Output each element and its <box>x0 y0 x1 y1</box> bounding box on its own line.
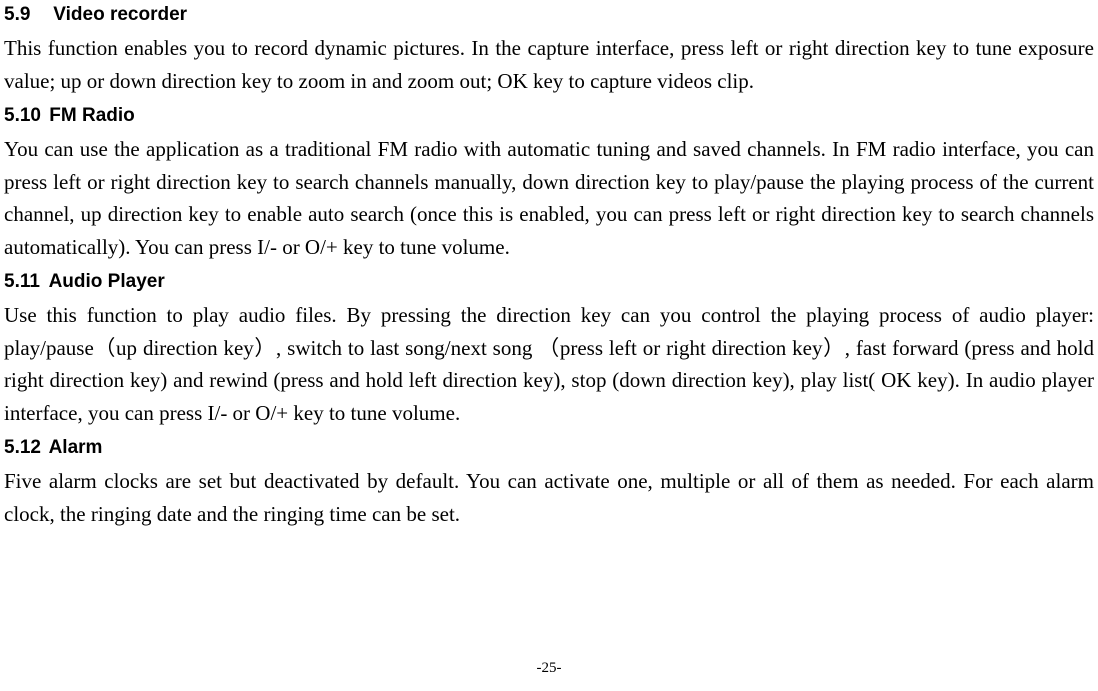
body-video-recorder: This function enables you to record dyna… <box>4 32 1094 97</box>
section-title: Audio Player <box>49 271 165 292</box>
section-title: Video recorder <box>53 4 187 25</box>
heading-video-recorder: 5.9 Video recorder <box>4 4 1094 26</box>
body-fm-radio: You can use the application as a traditi… <box>4 133 1094 263</box>
section-title: Alarm <box>49 437 103 458</box>
section-number: 5.11 <box>4 271 44 293</box>
page-number: -25- <box>0 660 1098 677</box>
section-number: 5.9 <box>4 4 48 26</box>
body-alarm: Five alarm clocks are set but deactivate… <box>4 465 1094 530</box>
section-number: 5.10 <box>4 105 44 127</box>
heading-fm-radio: 5.10 FM Radio <box>4 105 1094 127</box>
page-content: 5.9 Video recorder This function enables… <box>0 0 1098 531</box>
heading-audio-player: 5.11 Audio Player <box>4 271 1094 293</box>
section-title: FM Radio <box>49 105 135 126</box>
heading-alarm: 5.12 Alarm <box>4 437 1094 459</box>
body-audio-player: Use this function to play audio files. B… <box>4 299 1094 429</box>
section-number: 5.12 <box>4 437 44 459</box>
